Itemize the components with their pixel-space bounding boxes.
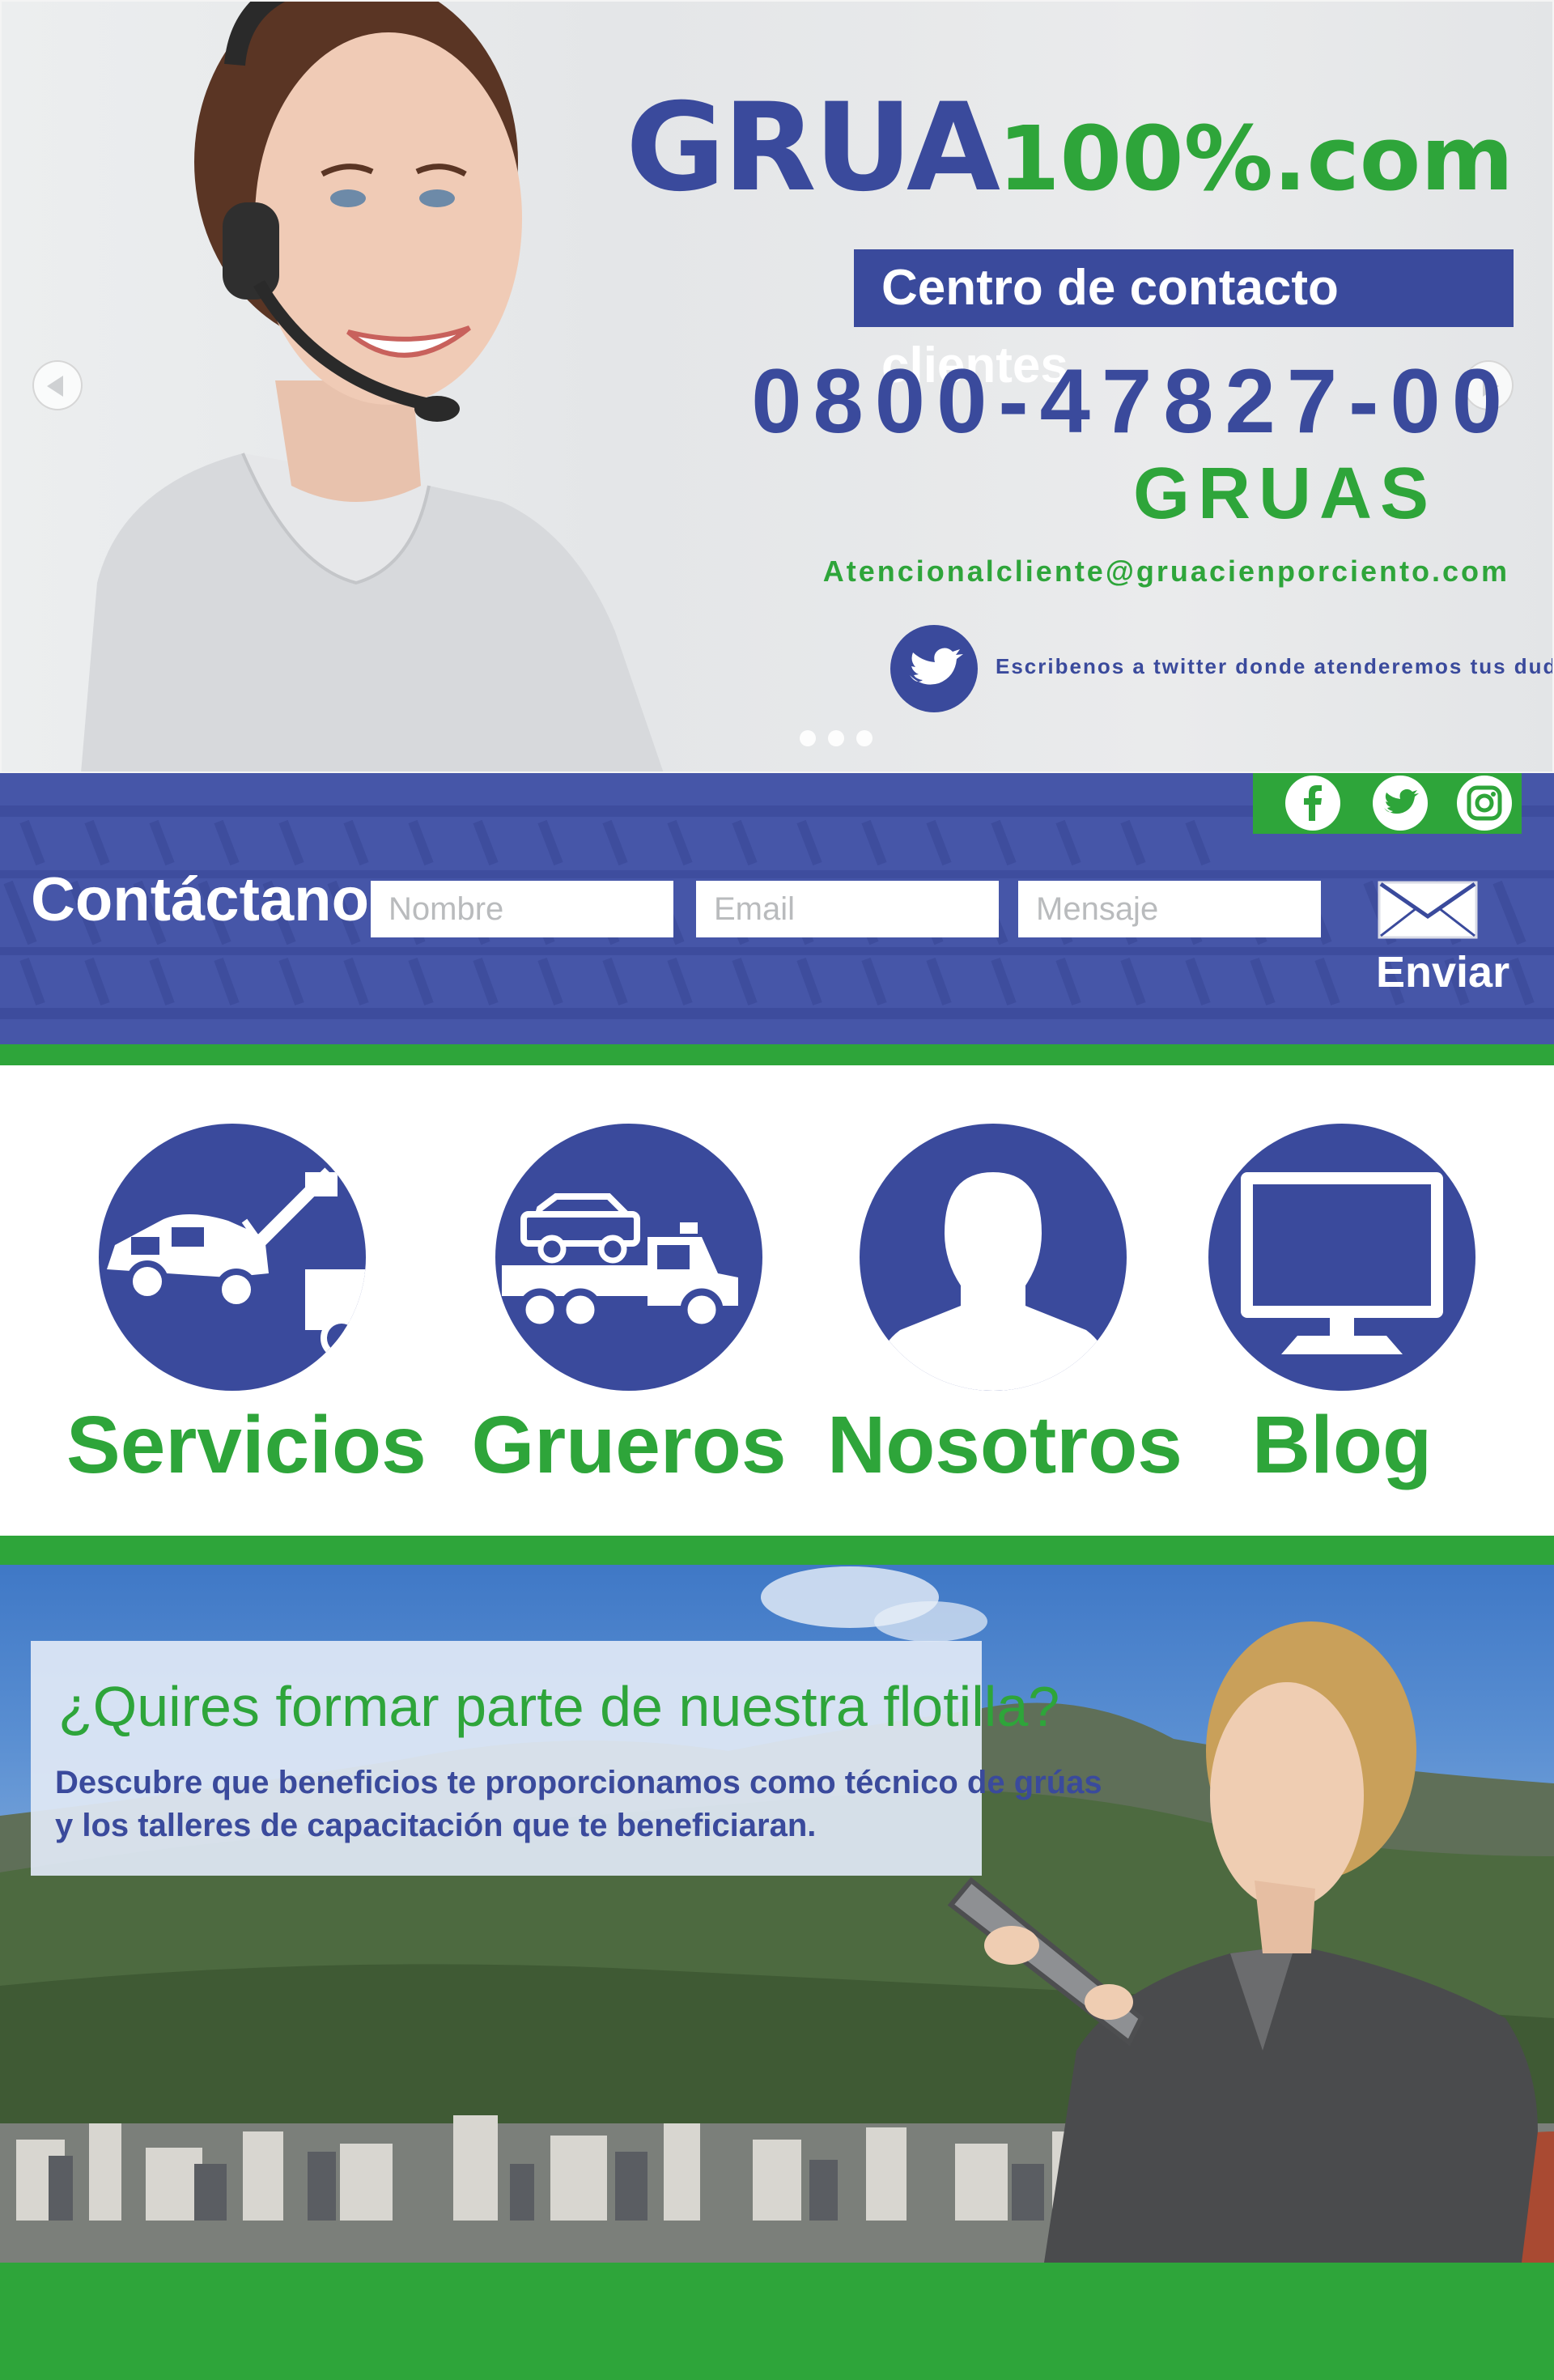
nav-blog-label[interactable]: Blog [1176,1399,1508,1492]
twitter-bird-icon[interactable] [890,625,978,712]
nav-blog-circle[interactable] [1208,1124,1475,1391]
divider-green [0,1044,1554,1065]
contact-title: Contáctanos [31,865,404,934]
send-button[interactable]: Enviar [1376,947,1509,997]
phone-word: GRUAS [1133,453,1437,534]
brand-logo[interactable]: GRUA100%.com [626,87,1514,209]
tow-truck-icon [107,1167,366,1359]
twitter-prompt-text: Escribenos a twitter donde atenderemos t… [996,654,1554,678]
support-email-link[interactable]: Atencionalcliente@gruacienporciento.com [823,555,1509,589]
hero-banner: GRUA100%.com Centro de contacto clientes… [0,0,1554,773]
person-silhouette-icon [880,1172,1106,1391]
divider-green [0,1536,1554,1565]
recruit-title[interactable]: ¿Quires formar parte de nuestra flotilla… [58,1674,1059,1739]
facebook-icon[interactable] [1285,776,1340,831]
carousel-dot-3[interactable] [856,730,873,746]
carousel-dot-2[interactable] [828,730,844,746]
contact-center-banner: Centro de contacto clientes [854,249,1514,393]
nav-nosotros-circle[interactable] [860,1124,1127,1391]
envelope-icon[interactable] [1378,881,1478,939]
footer-bar [0,2263,1554,2380]
logo-suffix-text: 100%.com [997,107,1514,210]
recruit-description-line-1: Descubre que beneficios te proporcionamo… [55,1765,1102,1800]
logo-main-text: GRUA [626,78,1000,219]
twitter-icon[interactable] [1373,776,1428,831]
instagram-icon[interactable] [1457,776,1512,831]
carousel-prev-arrow-icon[interactable] [32,360,83,410]
recruit-description-line-2: y los talleres de capacitación que te be… [55,1808,817,1843]
flatbed-truck-icon [502,1193,738,1332]
name-input[interactable] [371,881,673,937]
nav-servicios-label[interactable]: Servicios [66,1399,427,1492]
email-input[interactable] [696,881,999,937]
nav-nosotros-label[interactable]: Nosotros [827,1399,1182,1492]
nav-grueros-label[interactable]: Grueros [463,1399,795,1492]
nav-grueros-circle[interactable] [495,1124,762,1391]
message-input[interactable] [1018,881,1321,937]
carousel-dot-1[interactable] [800,730,816,746]
operator-photo [81,0,664,773]
phone-number[interactable]: 0800-47827-00 [751,356,1514,447]
nav-servicios-circle[interactable] [99,1124,366,1391]
monitor-icon [1241,1172,1443,1354]
